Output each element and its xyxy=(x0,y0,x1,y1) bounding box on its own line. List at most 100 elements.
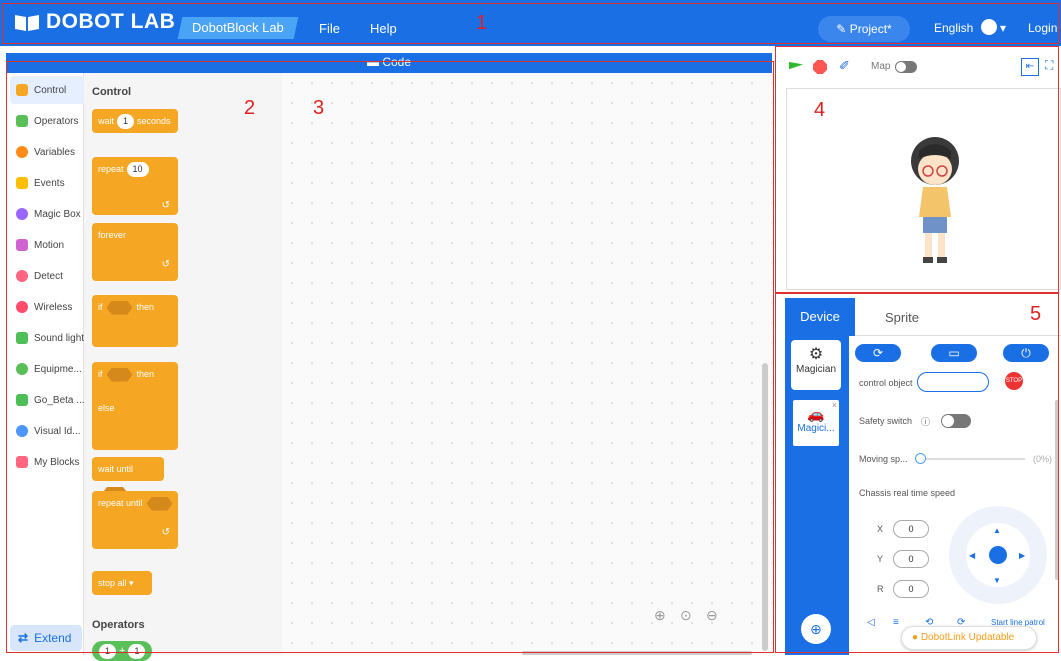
category-my-blocks[interactable]: My Blocks xyxy=(10,448,86,476)
book-icon xyxy=(15,15,39,31)
block-palette: Control wait 1 seconds repeat 10 ↺ forever ↺ … xyxy=(84,73,282,661)
safety-switch-label: Safety switch xyxy=(859,416,913,426)
screen-button[interactable]: ▭ xyxy=(931,344,977,362)
extend-button[interactable]: ⇄ Extend xyxy=(10,625,82,651)
device-card-magician[interactable]: ⚙ Magician xyxy=(791,340,841,390)
code-icon: ▬ xyxy=(366,55,379,69)
category-operators[interactable]: Operators xyxy=(10,107,86,135)
x-label: X xyxy=(877,524,884,534)
speed-percent: (0%) xyxy=(1033,454,1053,464)
control-object-toggle[interactable] xyxy=(917,372,989,392)
category-detect[interactable]: Detect xyxy=(10,262,86,290)
chassis-speed-label: Chassis real time speed xyxy=(859,488,956,498)
category-magic-box[interactable]: Magic Box xyxy=(10,200,86,228)
category-go-beta[interactable]: Go_Beta ... xyxy=(10,386,86,414)
y-label: Y xyxy=(877,554,884,564)
block-wait-until[interactable]: wait until xyxy=(92,457,164,501)
x-input[interactable]: 0 xyxy=(893,520,929,538)
status-dot-icon: ● xyxy=(912,632,919,643)
direction-pad[interactable]: ▲ ▼ ◀ ▶ xyxy=(949,506,1047,604)
refresh-button[interactable]: ⟳ xyxy=(855,344,901,362)
block-if-else[interactable]: if then else xyxy=(92,362,178,450)
block-wait[interactable]: wait 1 seconds xyxy=(92,109,178,133)
menu-file[interactable]: File xyxy=(319,21,340,36)
chevron-down-icon: ▾ xyxy=(1000,21,1007,36)
arrow-right-icon[interactable]: ▶ xyxy=(1019,551,1025,560)
brand-name: DOBOT LAB xyxy=(46,10,176,33)
block-stop[interactable]: stop all ▾ xyxy=(92,571,152,595)
category-events[interactable]: Events xyxy=(10,169,86,197)
palette-heading-control: Control xyxy=(92,86,132,98)
robot-arm-icon: ⚙ xyxy=(808,346,824,363)
arrow-left-icon[interactable]: ◀ xyxy=(969,551,975,560)
block-if-then[interactable]: if then xyxy=(92,295,178,347)
panel-scrollbar[interactable] xyxy=(1055,400,1059,580)
dobot-lab-logo[interactable]: DOBOT LAB xyxy=(14,10,175,34)
block-forever[interactable]: forever ↺ xyxy=(92,223,178,281)
stage-canvas[interactable] xyxy=(786,88,1061,290)
category-variables[interactable]: Variables xyxy=(10,138,86,166)
map-toggle[interactable] xyxy=(895,61,917,73)
r-input[interactable]: 0 xyxy=(893,580,929,598)
stop-icon[interactable] xyxy=(813,60,827,74)
category-control[interactable]: Control xyxy=(10,76,86,104)
speed-slider[interactable] xyxy=(917,458,1025,460)
sound-icon[interactable]: ◁ xyxy=(867,617,875,628)
category-visual-id[interactable]: Visual Id... xyxy=(10,417,86,445)
device-card-magician-go[interactable]: × 🚗 Magici... xyxy=(791,398,841,448)
close-icon[interactable]: × xyxy=(832,400,837,410)
info-icon[interactable]: ⓘ xyxy=(921,415,930,428)
block-repeat-until[interactable]: repeat until ↺ xyxy=(92,491,178,549)
stage-toolbar: ✐ Map ⇤ ⛶ xyxy=(777,48,1061,88)
project-button[interactable]: ✎ Project* xyxy=(818,16,910,42)
sound-light-icon xyxy=(16,332,28,344)
block-repeat[interactable]: repeat 10 ↺ xyxy=(92,157,178,215)
events-icon xyxy=(16,177,28,189)
annotation-1: 1 xyxy=(476,12,488,34)
code-workspace[interactable]: ⊕ ⊙ ⊖ xyxy=(282,73,772,655)
small-stage-icon[interactable]: ⇤ xyxy=(1021,58,1039,76)
category-list: Control Operators Variables Events Magic… xyxy=(6,73,86,655)
power-button[interactable]: ⏻ xyxy=(1003,344,1049,362)
green-flag-icon[interactable] xyxy=(789,62,803,70)
login-link[interactable]: Login xyxy=(1028,21,1057,35)
emergency-stop-icon[interactable]: STOP xyxy=(1005,372,1023,390)
loop-arrow-icon: ↺ xyxy=(161,527,170,538)
horizontal-scrollbar[interactable] xyxy=(522,651,752,655)
fullscreen-icon[interactable]: ⛶ xyxy=(1045,58,1053,73)
zoom-out-icon[interactable]: ⊖ xyxy=(706,607,718,624)
category-wireless[interactable]: Wireless xyxy=(10,293,86,321)
wireless-icon xyxy=(16,301,28,313)
dobotlink-status[interactable]: ● DobotLink Updatable xyxy=(901,626,1037,650)
category-sound-light[interactable]: Sound light xyxy=(10,324,86,352)
robot-center-icon[interactable] xyxy=(989,546,1007,564)
light-icon[interactable]: ≡ xyxy=(893,617,899,628)
code-tab-bar[interactable]: ▬ Code xyxy=(6,53,772,73)
block-add[interactable]: 1 +1 xyxy=(92,641,152,661)
my-blocks-icon xyxy=(16,456,28,468)
y-input[interactable]: 0 xyxy=(893,550,929,568)
edit-icon: ✎ xyxy=(836,22,847,36)
extend-icon: ⇄ xyxy=(18,631,29,645)
speed-slider-thumb[interactable] xyxy=(915,453,926,464)
arrow-up-icon[interactable]: ▲ xyxy=(993,526,1001,535)
category-motion[interactable]: Motion xyxy=(10,231,86,259)
motion-icon xyxy=(16,239,28,251)
go-beta-icon xyxy=(16,394,28,406)
add-device-icon[interactable]: ⊕ xyxy=(801,614,831,644)
zoom-reset-icon[interactable]: ⊙ xyxy=(680,607,692,624)
sprite-character[interactable] xyxy=(905,133,967,271)
safety-switch-toggle[interactable] xyxy=(941,414,971,428)
category-equipment[interactable]: Equipme... xyxy=(10,355,86,383)
moving-speed-label: Moving sp... xyxy=(859,454,908,464)
tab-sprite[interactable]: Sprite xyxy=(885,310,919,325)
tab-device[interactable]: Device xyxy=(785,298,855,336)
arrow-down-icon[interactable]: ▼ xyxy=(993,576,1001,585)
menu-help[interactable]: Help xyxy=(370,21,397,36)
language-select[interactable]: English ▾ xyxy=(934,19,1007,37)
visual-id-icon xyxy=(16,425,28,437)
vertical-scrollbar[interactable] xyxy=(762,363,768,651)
brush-icon[interactable]: ✐ xyxy=(839,58,850,74)
globe-icon xyxy=(980,19,997,35)
zoom-in-icon[interactable]: ⊕ xyxy=(654,607,666,624)
